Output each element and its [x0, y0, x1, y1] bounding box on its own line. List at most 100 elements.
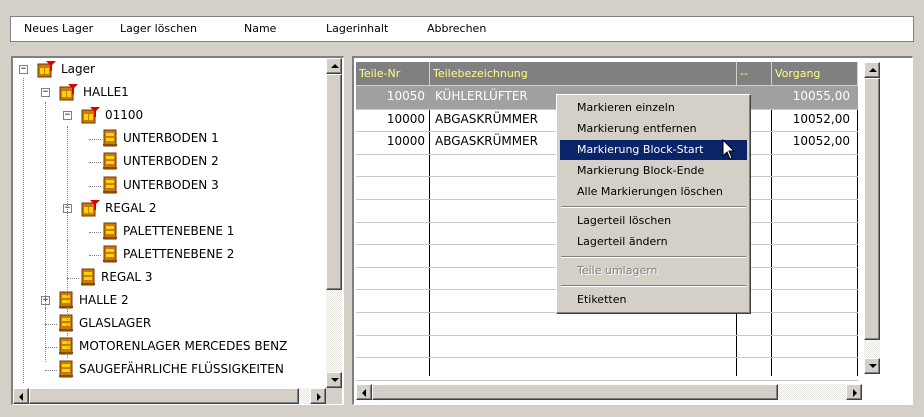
grid-row-line	[356, 334, 858, 336]
grid-vertical-scrollbar[interactable]	[864, 62, 880, 374]
tree-connector	[89, 162, 101, 164]
menu-cancel[interactable]: Abbrechen	[427, 22, 486, 35]
tree-node-label[interactable]: UNTERBODEN 3	[123, 178, 219, 192]
scroll-left-button[interactable]	[13, 388, 29, 404]
menu-name[interactable]: Name	[244, 22, 276, 35]
arrow-right-icon	[317, 393, 321, 401]
cell-vorgang: 10052,00	[792, 134, 850, 149]
scroll-thumb[interactable]	[864, 78, 880, 340]
tree-connector	[45, 324, 57, 326]
tree-horizontal-scrollbar[interactable]	[13, 388, 326, 404]
shelf-icon	[79, 268, 97, 286]
menu-separator	[561, 256, 746, 258]
warehouse-icon	[57, 83, 78, 101]
tree-node-label[interactable]: HALLE 2	[79, 293, 129, 307]
arrow-right-icon	[853, 389, 857, 397]
menu-new-warehouse[interactable]: Neues Lager	[24, 22, 93, 35]
menu-item-markierung-block-ende[interactable]: Markierung Block-Ende	[560, 161, 747, 181]
menu-warehouse-contents[interactable]: Lagerinhalt	[326, 22, 388, 35]
cell-vorgang: 10052,00	[792, 111, 850, 126]
tree-connector	[67, 277, 79, 279]
shelf-icon	[101, 129, 119, 147]
menu-item-lagerteil-löschen[interactable]: Lagerteil löschen	[560, 211, 747, 231]
shelf-icon	[57, 291, 75, 309]
tree-node-label[interactable]: UNTERBODEN 1	[123, 131, 219, 145]
tree-node-label[interactable]: REGAL 3	[101, 270, 153, 284]
menu-item-alle-markierungen-löschen[interactable]: Alle Markierungen löschen	[560, 182, 747, 202]
scroll-right-button[interactable]	[310, 388, 326, 404]
scroll-thumb[interactable]	[326, 74, 342, 290]
scroll-right-button[interactable]	[846, 384, 862, 400]
column-header-teilenr[interactable]: Teile-Nr	[356, 62, 430, 86]
tree-node-label[interactable]: UNTERBODEN 2	[123, 154, 219, 168]
tree-expander[interactable]: −	[41, 88, 50, 98]
tree-node-label[interactable]: HALLE1	[83, 85, 129, 99]
context-menu: Markieren einzeln Markierung entfernen Mar…	[556, 94, 751, 314]
tree-node-label[interactable]: 01100	[105, 108, 143, 122]
scroll-left-button[interactable]	[356, 384, 372, 400]
tree-connector	[89, 254, 101, 256]
shelf-icon	[101, 176, 119, 194]
scroll-down-button[interactable]	[864, 358, 880, 374]
menu-item-markieren-einzeln[interactable]: Markieren einzeln	[560, 98, 747, 118]
arrow-left-icon	[19, 393, 23, 401]
scroll-thumb[interactable]	[29, 388, 299, 404]
column-header-vorgang[interactable]: Vorgang	[772, 62, 858, 86]
arrow-up-icon	[331, 64, 339, 68]
warehouse-icon	[35, 60, 56, 78]
cell-teilenr: 10000	[386, 111, 425, 126]
tree-node-label[interactable]: Lager	[61, 62, 95, 76]
scroll-corner	[326, 388, 342, 404]
arrow-left-icon	[362, 389, 366, 397]
warehouse-icon	[79, 106, 100, 124]
column-header-extra[interactable]: --	[737, 62, 772, 86]
tree-connector	[45, 308, 46, 362]
tree-connector	[45, 347, 57, 349]
arrow-down-icon	[869, 364, 877, 368]
shelf-icon	[57, 337, 75, 355]
cell-teilenr: 10050	[386, 89, 425, 103]
tree-vertical-scrollbar[interactable]	[326, 58, 342, 388]
scroll-thumb[interactable]	[372, 384, 778, 400]
tree-node-label[interactable]: PALETTENEBENE 2	[123, 247, 234, 261]
shelf-icon	[101, 245, 119, 263]
menu-separator	[561, 285, 746, 287]
shelf-icon	[57, 360, 75, 378]
tree-connector	[89, 185, 101, 187]
cell-vorgang: 10055,00	[792, 89, 850, 103]
menu-bar: Neues Lager Lager löschen Name Lagerinha…	[10, 16, 914, 42]
tree-expander[interactable]: −	[63, 111, 72, 121]
tree-connector	[89, 231, 101, 233]
tree-node-label[interactable]: REGAL 2	[105, 201, 157, 215]
menu-item-markierung-entfernen[interactable]: Markierung entfernen	[560, 119, 747, 139]
arrow-down-icon	[331, 378, 339, 382]
menu-separator	[561, 206, 746, 208]
scroll-down-button[interactable]	[326, 372, 342, 388]
menu-item-etiketten[interactable]: Etiketten	[560, 290, 747, 310]
shelf-icon	[57, 314, 75, 332]
tree-expander[interactable]: −	[19, 65, 28, 74]
scroll-up-button[interactable]	[864, 62, 880, 78]
tree-connector	[89, 139, 101, 141]
menu-delete-warehouse[interactable]: Lager löschen	[120, 22, 197, 35]
tree-connector	[67, 240, 68, 358]
mouse-cursor-icon	[722, 139, 736, 160]
tree-node-label[interactable]: MOTORENLAGER MERCEDES BENZ	[79, 339, 287, 353]
cell-teilenr: 10000	[386, 134, 425, 149]
grid-horizontal-scrollbar[interactable]	[356, 384, 862, 400]
warehouse-tree[interactable]: − Lager − HALLE1 − 01100 UNTERBODEN 1 UNTERBODE…	[11, 56, 344, 405]
menu-item-teile-umlagern: Teile umlagern	[577, 264, 658, 277]
grid-row-line	[356, 379, 858, 381]
column-header-teilebezeichnung[interactable]: Teilebezeichnung	[430, 62, 737, 86]
tree-node-label[interactable]: PALETTENEBENE 1	[123, 224, 234, 238]
menu-item-markierung-block-start[interactable]: Markierung Block-Start	[560, 140, 747, 160]
warehouse-icon	[79, 199, 100, 217]
tree-node-label[interactable]: GLASLAGER	[79, 316, 151, 330]
shelf-icon	[101, 152, 119, 170]
scroll-up-button[interactable]	[326, 58, 342, 74]
arrow-up-icon	[869, 68, 877, 72]
menu-item-lagerteil-ändern[interactable]: Lagerteil ändern	[560, 232, 747, 252]
tree-connector	[23, 78, 24, 383]
tree-connector	[45, 370, 57, 372]
tree-node-label[interactable]: SAUGEFÄHRLICHE FLÜSSIGKEITEN	[79, 362, 284, 376]
